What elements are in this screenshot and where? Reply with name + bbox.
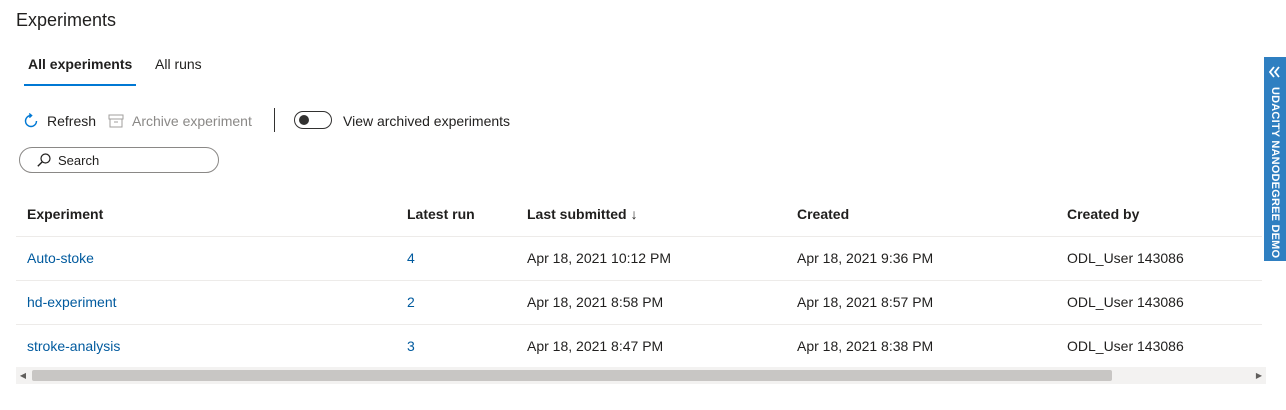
- refresh-button[interactable]: Refresh: [22, 108, 96, 134]
- last-submitted-cell: Apr 18, 2021 10:12 PM: [527, 250, 671, 266]
- view-archived-toggle[interactable]: [294, 111, 332, 129]
- experiment-name-link[interactable]: stroke-analysis: [27, 325, 120, 368]
- table-row[interactable]: hd-experiment 2 Apr 18, 2021 8:58 PM Apr…: [16, 281, 1262, 325]
- toggle-knob: [299, 115, 309, 125]
- experiment-name-link[interactable]: Auto-stoke: [27, 237, 94, 280]
- experiments-table: Experiment Latest run Last submitted ↓ Cr…: [16, 193, 1262, 368]
- archive-icon: [107, 112, 125, 130]
- search-box[interactable]: [19, 147, 219, 173]
- toolbar-divider: [274, 108, 275, 132]
- scrollbar-thumb[interactable]: [32, 370, 1112, 381]
- created-cell: Apr 18, 2021 8:38 PM: [797, 338, 934, 354]
- refresh-label: Refresh: [47, 113, 97, 129]
- created-by-cell: ODL_User 143086: [1067, 338, 1184, 354]
- search-icon: [36, 152, 52, 168]
- column-header-latest-run[interactable]: Latest run: [407, 193, 475, 236]
- column-header-last-submitted[interactable]: Last submitted ↓: [527, 193, 638, 236]
- toolbar: Refresh Archive experiment View archived…: [16, 108, 636, 134]
- tab-all-runs[interactable]: All runs: [143, 52, 214, 86]
- table-header-row: Experiment Latest run Last submitted ↓ Cr…: [16, 193, 1262, 237]
- side-banner-label: UDACITY NANODEGREE DEMO: [1269, 87, 1281, 259]
- column-header-experiment[interactable]: Experiment: [27, 193, 103, 236]
- scroll-left-arrow-icon[interactable]: ◀: [16, 367, 30, 384]
- search-input[interactable]: [58, 152, 208, 168]
- created-by-cell: ODL_User 143086: [1067, 294, 1184, 310]
- last-submitted-cell: Apr 18, 2021 8:58 PM: [527, 294, 664, 310]
- tab-all-experiments[interactable]: All experiments: [16, 52, 144, 86]
- side-banner[interactable]: UDACITY NANODEGREE DEMO: [1264, 57, 1286, 261]
- created-by-cell: ODL_User 143086: [1067, 250, 1184, 266]
- table-row[interactable]: stroke-analysis 3 Apr 18, 2021 8:47 PM A…: [16, 325, 1262, 368]
- experiment-name-link[interactable]: hd-experiment: [27, 281, 117, 324]
- archive-experiment-button[interactable]: Archive experiment: [107, 108, 252, 134]
- latest-run-link[interactable]: 3: [407, 325, 415, 368]
- horizontal-scrollbar[interactable]: ◀ ▶: [16, 367, 1266, 384]
- table-row[interactable]: Auto-stoke 4 Apr 18, 2021 10:12 PM Apr 1…: [16, 237, 1262, 281]
- created-cell: Apr 18, 2021 9:36 PM: [797, 250, 934, 266]
- latest-run-link[interactable]: 2: [407, 281, 415, 324]
- column-header-last-submitted-label: Last submitted: [527, 206, 627, 222]
- archive-experiment-label: Archive experiment: [132, 113, 252, 129]
- page-title: Experiments: [16, 10, 117, 30]
- experiments-page: Experiments All experiments All runs Ref…: [0, 0, 1286, 410]
- refresh-icon: [22, 112, 40, 130]
- scroll-right-arrow-icon[interactable]: ▶: [1252, 367, 1266, 384]
- double-chevron-left-icon: [1267, 65, 1283, 79]
- column-header-created-by[interactable]: Created by: [1067, 193, 1139, 236]
- latest-run-link[interactable]: 4: [407, 237, 415, 280]
- last-submitted-cell: Apr 18, 2021 8:47 PM: [527, 338, 664, 354]
- sort-descending-icon: ↓: [630, 206, 638, 222]
- view-archived-label: View archived experiments: [343, 113, 511, 129]
- created-cell: Apr 18, 2021 8:57 PM: [797, 294, 934, 310]
- column-header-created[interactable]: Created: [797, 193, 849, 236]
